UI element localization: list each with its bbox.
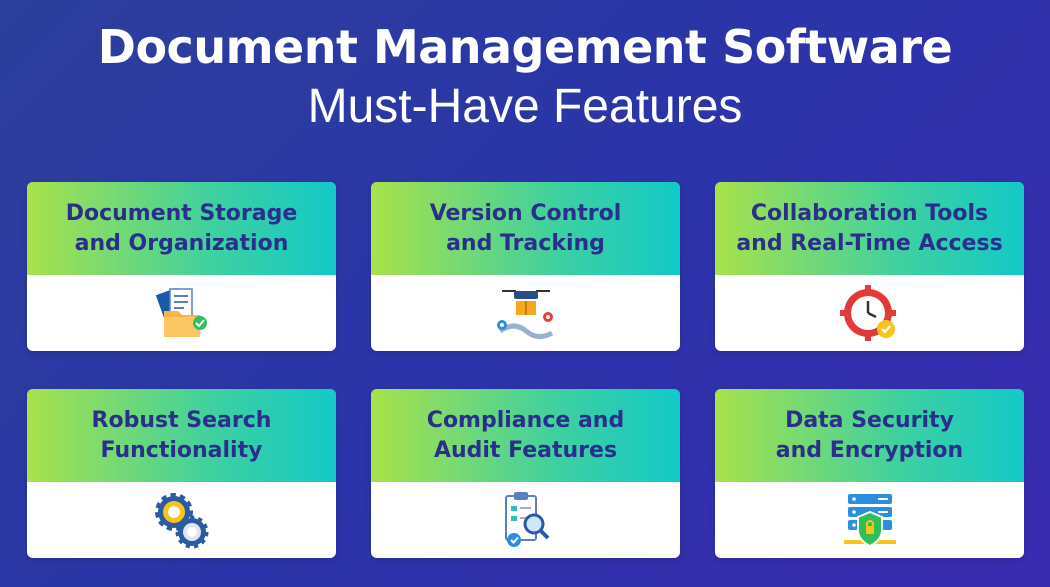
feature-card-document-storage: Document Storage and Organization (27, 182, 336, 351)
feature-card-title: Robust Search Functionality (27, 389, 336, 482)
feature-card-robust-search: Robust Search Functionality (27, 389, 336, 558)
title-line-2: Functionality (100, 437, 263, 463)
title-line-1: Document Storage (65, 200, 298, 226)
clipboard-magnifier-icon (504, 492, 549, 547)
feature-card-title: Collaboration Tools and Real-Time Access (715, 182, 1024, 275)
title-line-1: Version Control (429, 200, 622, 226)
feature-card-version-control: Version Control and Tracking (371, 182, 680, 351)
feature-card-collaboration: Collaboration Tools and Real-Time Access (715, 182, 1024, 351)
drone-delivery-icon (496, 290, 553, 339)
feature-card-title: Data Security and Encryption (715, 389, 1024, 482)
feature-card-title: Compliance and Audit Features (371, 389, 680, 482)
feature-card-data-security: Data Security and Encryption (715, 389, 1024, 558)
gears-search-icon (154, 493, 208, 549)
folder-documents-icon (155, 287, 207, 337)
title-line-2: and Real-Time Access (736, 230, 1003, 256)
title-line-2: Audit Features (433, 437, 618, 463)
page-header: Document Management Software Must-Have F… (0, 18, 1050, 138)
title-line-2: and Encryption (775, 437, 964, 463)
page-subtitle: Must-Have Features (307, 80, 743, 133)
feature-card-title: Document Storage and Organization (27, 182, 336, 275)
title-line-1: Data Security (785, 407, 954, 433)
page-title: Document Management Software (97, 20, 953, 74)
title-line-1: Robust Search (91, 407, 272, 433)
server-shield-icon (843, 494, 896, 548)
feature-card-title: Version Control and Tracking (371, 182, 680, 275)
title-line-1: Compliance and (426, 407, 625, 433)
title-line-2: and Tracking (446, 230, 605, 256)
feature-card-compliance: Compliance and Audit Features (371, 389, 680, 558)
clock-gear-icon (839, 285, 896, 341)
feature-grid: Document Storage and Organization Version… (27, 182, 1024, 558)
title-line-2: and Organization (74, 230, 289, 256)
title-line-1: Collaboration Tools (750, 200, 989, 226)
